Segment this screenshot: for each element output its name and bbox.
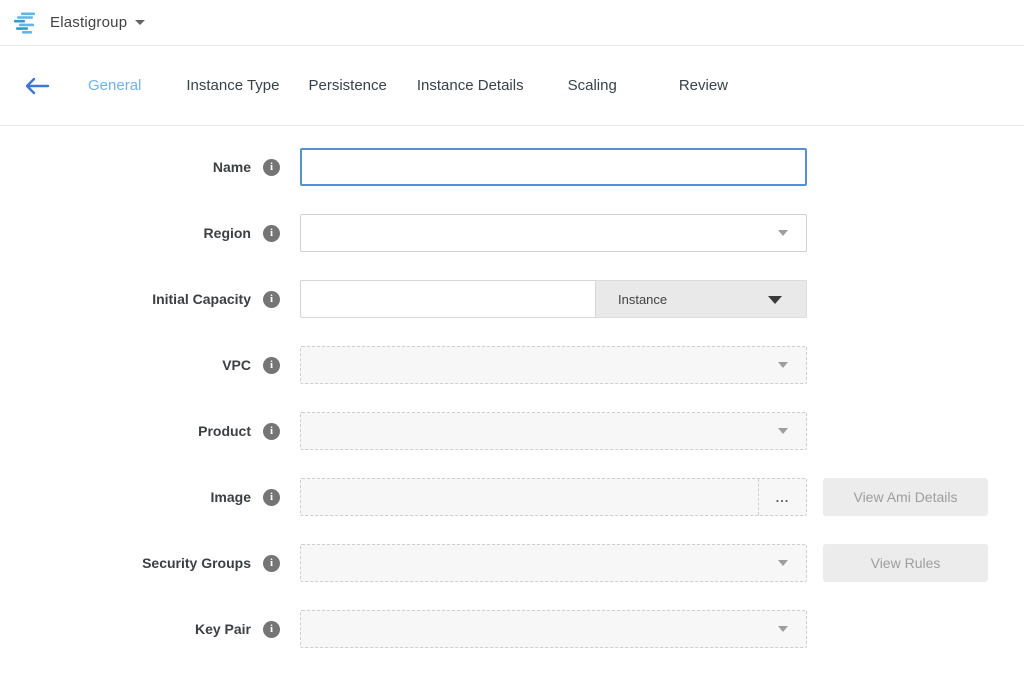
info-icon[interactable]: i [263,489,280,506]
initial-capacity-label: Initial Capacity [152,291,251,307]
capacity-unit-value: Instance [618,292,667,307]
chevron-down-icon[interactable] [135,20,145,25]
app-switcher-label[interactable]: Elastigroup [50,14,127,31]
image-row: Image i ... View Ami Details [0,478,1024,516]
vpc-row: VPC i [0,346,1024,384]
tab-instance-type[interactable]: Instance Type [186,77,279,94]
initial-capacity-row: Initial Capacity i Instance [0,280,1024,318]
chevron-down-icon [778,362,788,368]
key-pair-label: Key Pair [195,621,251,637]
top-bar: Elastigroup [0,0,1024,46]
image-value [301,479,758,515]
info-icon[interactable]: i [263,291,280,308]
image-input-disabled: ... [300,478,807,516]
region-select[interactable] [300,214,807,252]
info-icon[interactable]: i [263,357,280,374]
tab-general[interactable]: General [88,77,141,94]
chevron-down-icon [778,428,788,434]
info-icon[interactable]: i [263,159,280,176]
security-groups-row: Security Groups i View Rules [0,544,1024,582]
tab-persistence[interactable]: Persistence [309,77,387,94]
key-pair-select [300,610,807,648]
product-row: Product i [0,412,1024,450]
tab-scaling[interactable]: Scaling [568,77,617,94]
tab-review[interactable]: Review [679,77,728,94]
wizard-tab-bar: General Instance Type Persistence Instan… [0,46,1024,126]
info-icon[interactable]: i [263,555,280,572]
name-label: Name [213,159,251,175]
arrow-left-icon [22,75,50,97]
back-button[interactable] [14,75,58,97]
chevron-down-icon [778,230,788,236]
tab-instance-details[interactable]: Instance Details [417,77,524,94]
capacity-unit-select[interactable]: Instance [596,280,807,318]
wizard-tabs: General Instance Type Persistence Instan… [88,77,728,94]
view-ami-details-button[interactable]: View Ami Details [823,478,988,516]
info-icon[interactable]: i [263,225,280,242]
security-groups-label: Security Groups [142,555,251,571]
chevron-down-icon [778,626,788,632]
security-groups-select [300,544,807,582]
region-label: Region [204,225,251,241]
elastigroup-logo-icon [14,12,40,34]
vpc-select [300,346,807,384]
name-input[interactable] [300,148,807,186]
chevron-down-icon [778,560,788,566]
general-settings-form: Name i Region i Initial Capacity i Inst [0,126,1024,648]
product-select [300,412,807,450]
image-browse-button[interactable]: ... [758,479,806,515]
region-row: Region i [0,214,1024,252]
product-label: Product [198,423,251,439]
view-rules-button[interactable]: View Rules [823,544,988,582]
info-icon[interactable]: i [263,621,280,638]
image-label: Image [211,489,251,505]
initial-capacity-input[interactable] [300,280,596,318]
chevron-down-icon [768,296,782,304]
info-icon[interactable]: i [263,423,280,440]
vpc-label: VPC [222,357,251,373]
name-row: Name i [0,148,1024,186]
key-pair-row: Key Pair i [0,610,1024,648]
